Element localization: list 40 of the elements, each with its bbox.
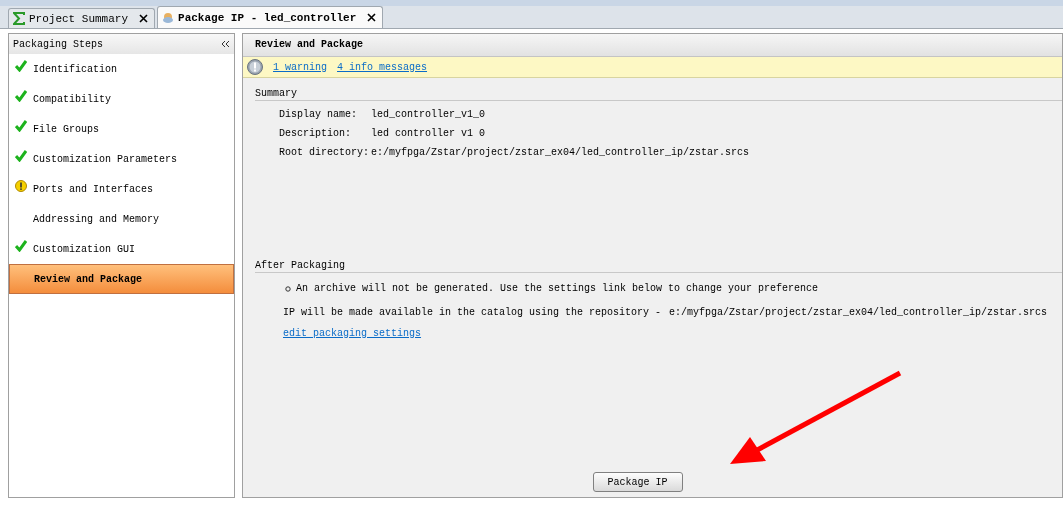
package-button[interactable]: Package IP	[592, 472, 683, 492]
step-item[interactable]: Customization GUI	[9, 234, 234, 264]
info-text: An archive will not be generated. Use the settings link below to change your preference	[296, 283, 819, 294]
step-item[interactable]: File Groups	[9, 114, 234, 144]
checkmark-icon	[15, 120, 27, 132]
checkmark-icon	[15, 90, 27, 102]
tab[interactable]: Package IP - led_controller	[157, 6, 384, 28]
checkmark-icon	[15, 240, 27, 252]
repository-path: e:/myfpga/Zstar/project/zstar_ex04/led_controller_ip/zstar.srcs	[669, 307, 1048, 318]
step-item[interactable]: Review and Package	[9, 264, 234, 294]
sigma-icon	[13, 12, 25, 25]
field-label: Root directory:	[279, 147, 369, 158]
close-icon	[367, 13, 377, 22]
messages-link[interactable]: 1 warning	[273, 61, 327, 73]
checkmark-icon	[15, 150, 27, 162]
panel-title: Review and Package	[243, 34, 1062, 57]
section-heading: After Packaging	[255, 260, 1062, 273]
step-item[interactable]: Customization Parameters	[9, 144, 234, 174]
settings-link[interactable]: edit packaging settings	[283, 328, 422, 339]
info-icon	[247, 59, 263, 75]
step-item[interactable]: Identification	[9, 54, 234, 84]
info-text: IP will be made available in the catalog using the repository -	[283, 307, 662, 318]
field-value: e:/myfpga/Zstar/project/zstar_ex04/led_controller_ip/zstar.srcs	[371, 147, 750, 158]
panel-title: Packaging Steps	[13, 38, 103, 50]
tab[interactable]: Project Summary	[8, 8, 156, 28]
field-value: led_controller_v1_0	[371, 109, 487, 120]
step-item[interactable]: Compatibility	[9, 84, 234, 114]
field-value: led controller v1 0	[371, 128, 487, 139]
warning-icon	[15, 180, 27, 192]
bullet-icon	[285, 285, 291, 292]
messages-link[interactable]: 4 info messages	[337, 61, 428, 73]
step-item[interactable]: Ports and Interfaces	[9, 174, 234, 204]
checkmark-icon	[15, 60, 27, 72]
field-label: Description:	[279, 128, 352, 139]
field-label: Display name:	[279, 109, 357, 120]
package-icon	[162, 11, 175, 24]
step-item[interactable]: Addressing and Memory	[9, 204, 234, 234]
close-icon	[139, 14, 149, 23]
section-heading: Summary	[255, 88, 1062, 101]
collapse-icon	[221, 40, 230, 48]
